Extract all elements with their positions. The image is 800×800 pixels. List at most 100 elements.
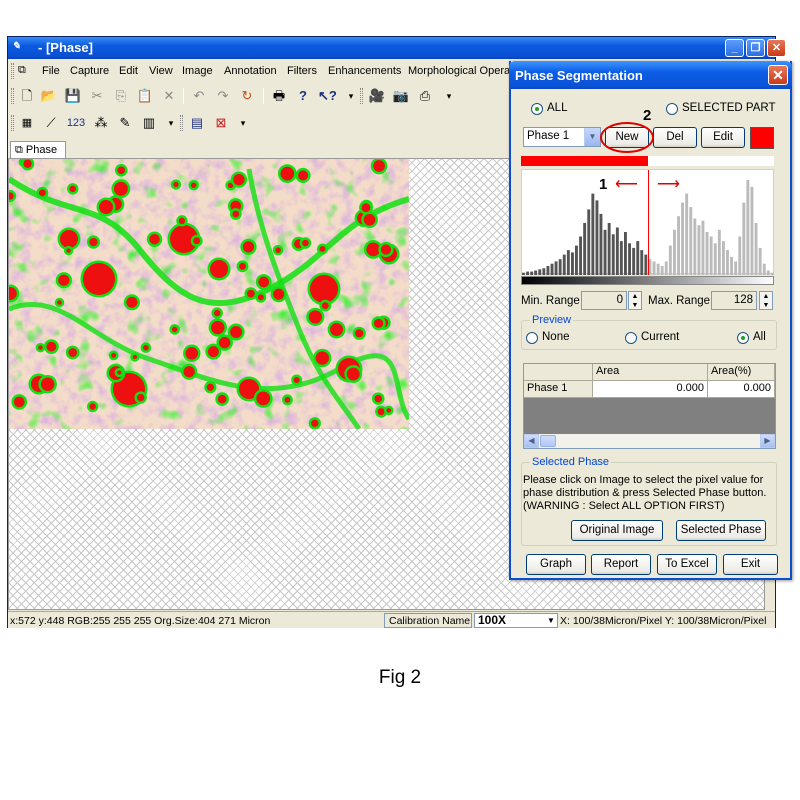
measure-icon[interactable]: ⟋ (42, 114, 60, 132)
toolbar-overflow-icon[interactable]: ▾ (234, 114, 252, 132)
count-icon[interactable]: 123 (64, 114, 88, 132)
menu-view[interactable]: View (149, 65, 173, 77)
radio-all[interactable] (531, 103, 543, 115)
toolbar-separator (263, 88, 264, 104)
refresh-icon[interactable]: ↻ (238, 87, 256, 105)
original-image-button[interactable]: Original Image (571, 520, 663, 541)
video-icon[interactable]: 🎥 (368, 87, 386, 105)
cell-core (66, 248, 71, 253)
selected-phase-instructions: Please click on Image to select the pixe… (523, 474, 767, 512)
menu-file[interactable]: File (42, 65, 60, 77)
menu-grip[interactable] (11, 63, 14, 79)
close-doc-icon[interactable]: ⊠ (212, 114, 230, 132)
calibration-select[interactable]: 100X ▼ (474, 613, 558, 628)
radio-selected-part[interactable] (666, 103, 678, 115)
new-icon[interactable]: 🗋 (18, 87, 36, 105)
min-range-input[interactable]: 0 (581, 291, 627, 310)
exit-button[interactable]: Exit (723, 554, 778, 575)
cell-core (302, 239, 309, 247)
redo-icon[interactable]: ↷ (214, 87, 232, 105)
to-excel-button[interactable]: To Excel (657, 554, 717, 575)
cell-core (38, 189, 46, 197)
print-icon[interactable]: 🖶 (270, 87, 288, 105)
histogram-bar (734, 261, 738, 275)
menu-annotation[interactable]: Annotation (224, 65, 277, 77)
menu-morphological[interactable]: Morphological Operat (408, 65, 513, 77)
report-icon[interactable]: ▤ (188, 114, 206, 132)
selected-phase-button[interactable]: Selected Phase (676, 520, 766, 541)
table-cell-area-percent[interactable]: 0.000 (708, 381, 775, 398)
micrograph-image[interactable] (9, 159, 409, 429)
arrow-right-icon: ⟶ (657, 176, 680, 193)
toolbar-overflow-icon[interactable]: ▾ (342, 87, 360, 105)
scroll-right-icon[interactable]: ▶ (760, 434, 775, 448)
close-button[interactable]: ✕ (767, 39, 786, 57)
chevron-down-icon[interactable]: ▼ (584, 128, 600, 146)
histogram-icon[interactable]: ▥ (140, 114, 158, 132)
menu-filters[interactable]: Filters (287, 65, 317, 77)
radio-selected-part-label: SELECTED PART (682, 102, 776, 114)
save-icon[interactable]: 💾 (64, 87, 82, 105)
delete-icon[interactable]: ✕ (160, 87, 178, 105)
table-row-label[interactable]: Phase 1 (524, 381, 593, 398)
cell-core (111, 353, 117, 358)
undo-icon[interactable]: ↶ (190, 87, 208, 105)
phase-icon[interactable]: ⁂ (92, 114, 110, 132)
histogram-bar (762, 263, 766, 275)
toolbar-grip[interactable] (11, 115, 14, 131)
menu-image[interactable]: Image (182, 65, 213, 77)
toolbar-overflow-icon[interactable]: ▾ (162, 114, 180, 132)
toolbar-grip[interactable] (11, 88, 14, 104)
radio-all-label: ALL (547, 102, 568, 114)
capture-icon[interactable]: ⎙ (416, 87, 434, 105)
calibrate-icon[interactable]: ▦ (18, 114, 36, 132)
phase-select[interactable]: Phase 1 ▼ (523, 127, 601, 147)
new-phase-button[interactable]: New (605, 127, 649, 148)
paste-icon[interactable]: 📋 (136, 87, 154, 105)
graph-button[interactable]: Graph (526, 554, 586, 575)
cell-core (361, 203, 371, 213)
cell-core (213, 309, 221, 317)
table-cell-area[interactable]: 0.000 (593, 381, 708, 398)
preview-current-radio[interactable] (625, 332, 637, 344)
toolbar-overflow-icon[interactable]: ▾ (440, 87, 458, 105)
scroll-thumb[interactable] (540, 435, 556, 447)
report-button[interactable]: Report (591, 554, 651, 575)
cut-icon[interactable]: ✂ (88, 87, 106, 105)
preview-all-radio[interactable] (737, 332, 749, 344)
delete-phase-button[interactable]: Del (653, 127, 697, 148)
menu-capture[interactable]: Capture (70, 65, 109, 77)
histogram-chart[interactable] (522, 170, 775, 275)
dialog-close-button[interactable]: ✕ (768, 65, 788, 85)
preview-none-radio[interactable] (526, 332, 538, 344)
phase-color-swatch[interactable] (750, 127, 774, 149)
max-range-input[interactable]: 128 (711, 291, 757, 310)
context-help-icon[interactable]: ↖? (318, 87, 337, 105)
table-horizontal-scrollbar[interactable]: ◀ ▶ (524, 434, 775, 448)
chevron-down-icon[interactable]: ▼ (545, 614, 557, 627)
menu-edit[interactable]: Edit (119, 65, 138, 77)
histogram-bar (558, 259, 562, 275)
doc-menu-icon[interactable]: ⧉ (18, 64, 26, 77)
pencil-icon[interactable]: ✎ (116, 114, 134, 132)
scroll-left-icon[interactable]: ◀ (524, 434, 539, 448)
max-range-spinner[interactable]: ▲ ▼ (759, 291, 773, 310)
edit-phase-button[interactable]: Edit (701, 127, 745, 148)
menu-enhancements[interactable]: Enhancements (328, 65, 401, 77)
min-range-spinner[interactable]: ▲ ▼ (628, 291, 642, 310)
restore-button[interactable]: ❐ (746, 39, 765, 57)
minimize-button[interactable]: _ (725, 39, 744, 57)
tab-phase[interactable]: ⧉ Phase (10, 141, 66, 159)
phase-table[interactable]: Area Area(%) Phase 1 0.000 0.000 ◀ ▶ (523, 363, 776, 449)
histogram-bar (554, 261, 558, 275)
cell-core (330, 323, 343, 336)
copy-icon[interactable]: ⎘ (112, 87, 130, 105)
camera-icon[interactable]: 📷 (392, 87, 410, 105)
open-icon[interactable]: 📂 (40, 87, 58, 105)
histogram[interactable] (521, 169, 775, 275)
toolbar-grip[interactable] (180, 115, 183, 131)
help-icon[interactable]: ? (294, 87, 312, 105)
histogram-bar (530, 271, 534, 275)
toolbar-grip[interactable] (360, 88, 363, 104)
histogram-bar (742, 202, 746, 275)
